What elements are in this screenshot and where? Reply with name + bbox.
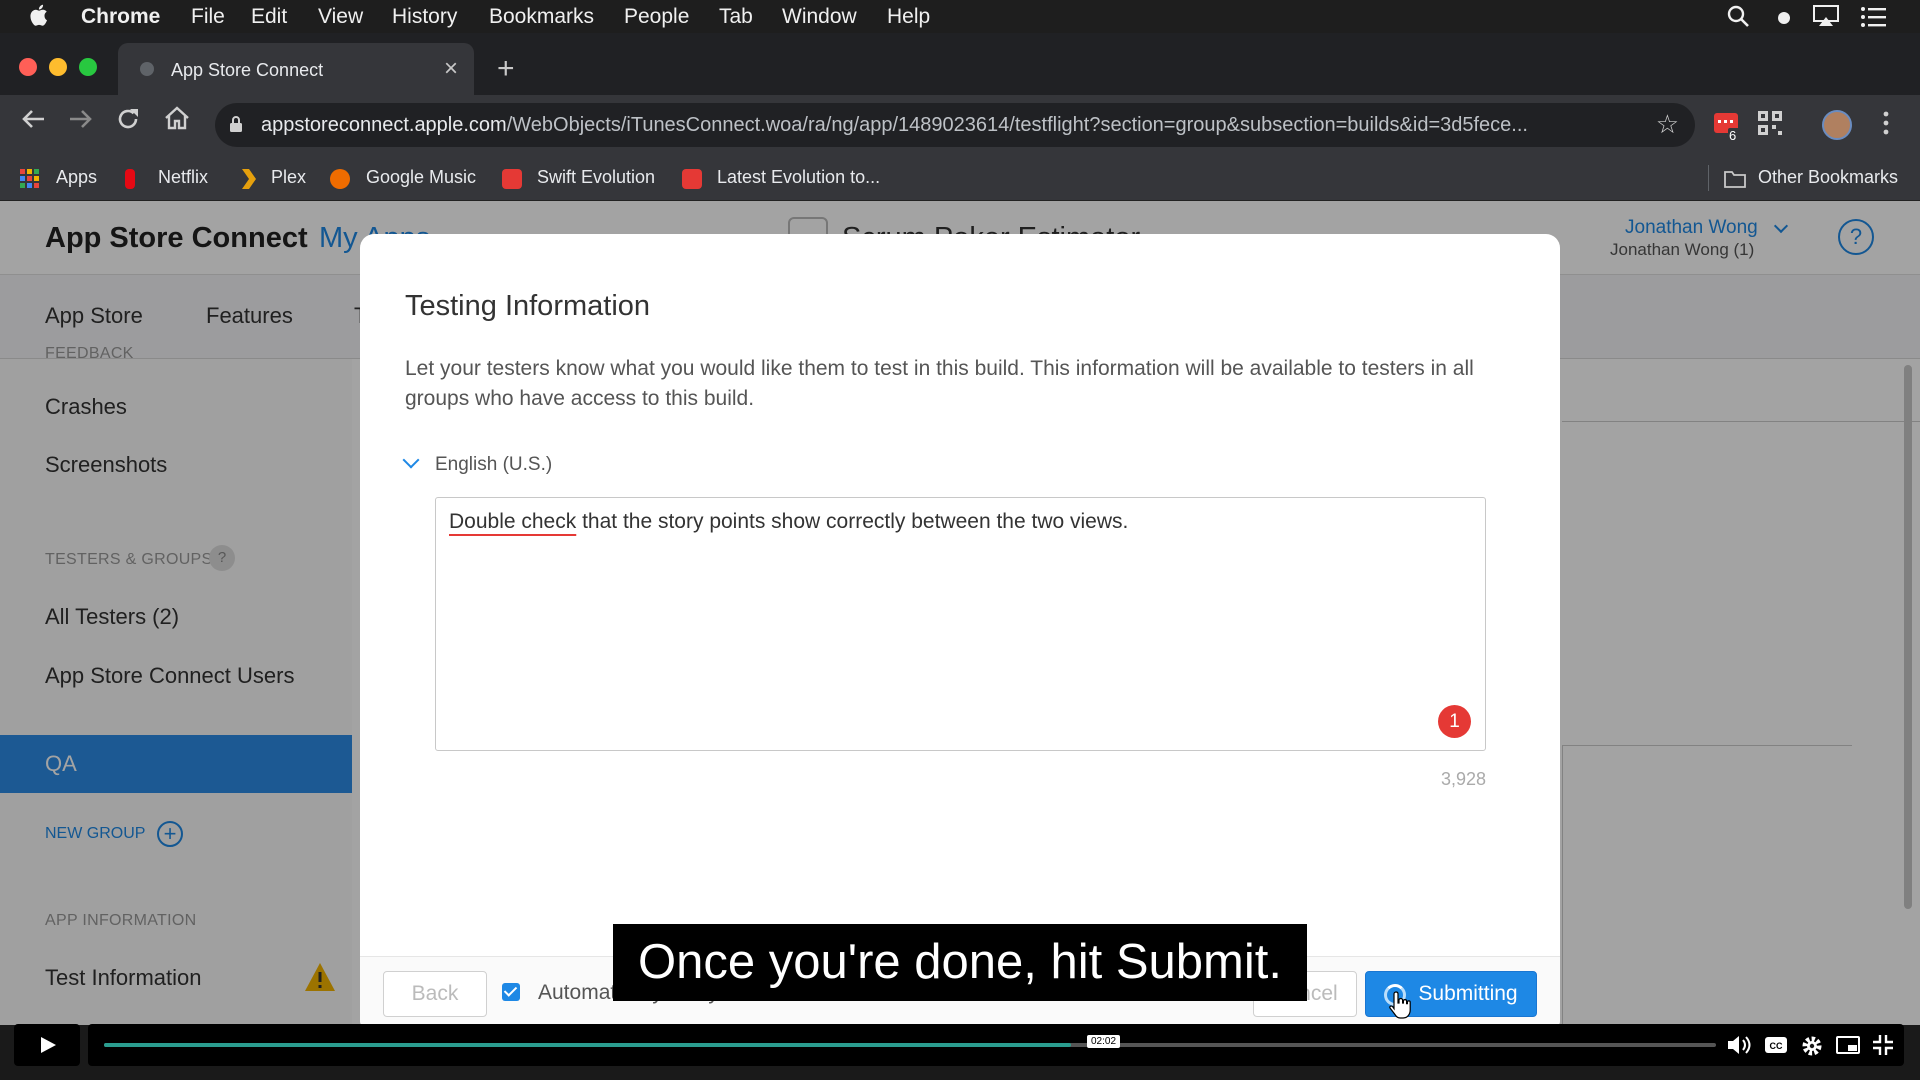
extension-badge: 6 — [1729, 128, 1737, 143]
seek-time-tooltip: 02:02 — [1087, 1035, 1121, 1048]
status-dot-icon[interactable] — [1776, 8, 1792, 32]
svg-text:CC: CC — [1770, 1041, 1783, 1051]
bookmark-swift-evolution[interactable]: Swift Evolution — [537, 167, 655, 188]
apple-menu-icon[interactable] — [30, 3, 50, 33]
swift-icon-2 — [682, 169, 702, 189]
extension-calendar-icon[interactable] — [1712, 110, 1742, 147]
chevron-down-icon — [402, 451, 420, 469]
other-bookmarks[interactable]: Other Bookmarks — [1758, 167, 1898, 188]
netflix-icon — [125, 169, 135, 189]
folder-icon — [1724, 169, 1746, 189]
tab-title: App Store Connect — [171, 60, 324, 80]
menu-view[interactable]: View — [318, 5, 363, 29]
home-icon[interactable] — [163, 105, 191, 138]
menu-bookmarks[interactable]: Bookmarks — [489, 5, 594, 29]
picture-in-picture-icon[interactable] — [1836, 1034, 1860, 1062]
video-caption: Once you're done, hit Submit. — [613, 924, 1307, 1001]
menu-file[interactable]: File — [191, 5, 225, 29]
menu-help[interactable]: Help — [887, 5, 930, 29]
what-to-test-textarea[interactable]: Double check that the story points show … — [435, 497, 1486, 751]
character-count: 3,928 — [1440, 769, 1486, 789]
what-to-test-rest: that the story points show correctly bet… — [576, 510, 1129, 533]
menu-tab[interactable]: Tab — [719, 5, 753, 29]
testing-information-modal: Testing Information Let your testers kno… — [360, 234, 1560, 1034]
play-button[interactable] — [14, 1024, 80, 1066]
url-path: /WebObjects/iTunesConnect.woa/ra/ng/app/… — [506, 114, 1528, 136]
modal-title: Testing Information — [405, 290, 651, 322]
back-button[interactable]: Back — [383, 971, 487, 1017]
seek-progress — [104, 1043, 1072, 1047]
menu-people[interactable]: People — [624, 5, 689, 29]
profile-avatar[interactable] — [1822, 110, 1852, 140]
bookmark-netflix[interactable]: Netflix — [158, 167, 208, 188]
closed-captions-icon[interactable]: CC — [1764, 1034, 1788, 1062]
qr-code-icon[interactable] — [1757, 110, 1783, 143]
misspelled-phrase: Double check — [449, 510, 577, 533]
address-bar[interactable]: appstoreconnect.apple.com/WebObjects/iTu… — [215, 103, 1695, 147]
chrome-menu-icon[interactable] — [1882, 110, 1890, 143]
play-icon — [41, 1037, 56, 1053]
bookmarks-divider — [1708, 165, 1709, 191]
back-arrow-icon[interactable] — [20, 106, 46, 139]
bookmark-star-icon[interactable]: ☆ — [1656, 109, 1679, 140]
menu-window[interactable]: Window — [782, 5, 857, 29]
close-tab-icon[interactable]: × — [444, 55, 458, 83]
apple-favicon-icon — [140, 62, 154, 76]
exit-fullscreen-icon[interactable] — [1872, 1034, 1894, 1062]
seek-bar[interactable]: 02:02 — [88, 1024, 1904, 1066]
bookmarks-bar: Apps Netflix Plex Google Music Swift Evo… — [0, 155, 1920, 201]
bookmark-latest-evolution[interactable]: Latest Evolution to... — [717, 167, 880, 188]
forward-arrow-icon[interactable] — [68, 106, 94, 139]
menu-edit[interactable]: Edit — [251, 5, 287, 29]
spotlight-search-icon[interactable] — [1726, 4, 1750, 34]
notification-center-icon[interactable] — [1860, 6, 1888, 34]
volume-icon[interactable] — [1726, 1034, 1752, 1062]
menu-bar: Chrome File Edit View History Bookmarks … — [0, 0, 1920, 33]
language-label: English (U.S.) — [435, 454, 553, 475]
airplay-icon[interactable] — [1812, 4, 1840, 34]
apps-grid-icon — [20, 169, 40, 189]
submit-label: Submitting — [1418, 982, 1518, 1005]
seek-track[interactable]: 02:02 — [104, 1035, 1716, 1048]
new-tab-icon[interactable]: + — [497, 52, 515, 86]
lock-icon[interactable] — [229, 115, 243, 133]
modal-description: Let your testers know what you would lik… — [405, 357, 1474, 410]
language-toggle[interactable]: English (U.S.) — [402, 451, 553, 476]
close-window-button[interactable] — [19, 58, 37, 76]
reload-icon[interactable] — [115, 106, 141, 139]
what-to-test-text: Double check that the story points show … — [449, 510, 1128, 534]
plex-icon — [238, 169, 258, 189]
checkbox-checked-icon[interactable] — [502, 983, 520, 1001]
google-music-icon — [330, 169, 350, 189]
menu-history[interactable]: History — [392, 5, 457, 29]
zoom-window-button[interactable] — [79, 58, 97, 76]
bookmark-plex[interactable]: Plex — [271, 167, 306, 188]
hand-cursor-icon — [1388, 990, 1412, 1025]
url-host: appstoreconnect.apple.com — [261, 114, 507, 136]
grammar-badge[interactable]: 1 — [1438, 705, 1471, 738]
settings-gear-icon[interactable] — [1800, 1034, 1824, 1064]
browser-tab[interactable]: App Store Connect × — [118, 43, 474, 95]
url-text: appstoreconnect.apple.com/WebObjects/iTu… — [261, 114, 1528, 137]
minimize-window-button[interactable] — [49, 58, 67, 76]
swift-icon — [502, 169, 522, 189]
bookmark-google-music[interactable]: Google Music — [366, 167, 476, 188]
bookmark-apps[interactable]: Apps — [56, 167, 97, 188]
menu-app-chrome[interactable]: Chrome — [81, 5, 160, 29]
